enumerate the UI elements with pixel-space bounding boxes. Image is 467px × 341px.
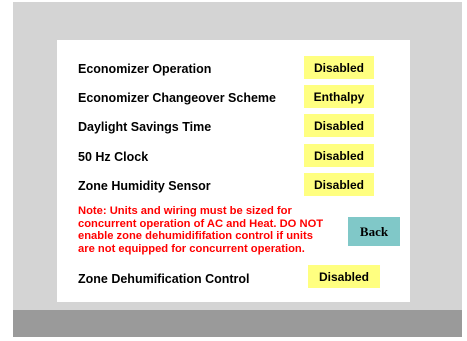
bezel-bottom-band [13,310,462,337]
economizer-changeover-button[interactable]: Enthalpy [304,85,374,108]
50hz-clock-button[interactable]: Disabled [304,144,374,167]
zone-humidity-sensor-button[interactable]: Disabled [304,173,374,196]
daylight-savings-button[interactable]: Disabled [304,114,374,137]
setting-label-economizer-changeover: Economizer Changeover Scheme [78,91,276,105]
setting-label-zone-dehumidification: Zone Dehumification Control [78,272,250,286]
economizer-operation-button[interactable]: Disabled [304,56,374,79]
back-button[interactable]: Back [348,217,400,246]
setting-label-zone-humidity-sensor: Zone Humidity Sensor [78,179,211,193]
setting-label-economizer-operation: Economizer Operation [78,62,212,76]
setting-label-50hz-clock: 50 Hz Clock [78,150,149,164]
zone-dehumidification-button[interactable]: Disabled [308,265,380,288]
warning-note: Note: Units and wiring must be sized for… [78,205,324,255]
setting-label-daylight-savings: Daylight Savings Time [78,120,212,134]
settings-panel [57,40,410,302]
